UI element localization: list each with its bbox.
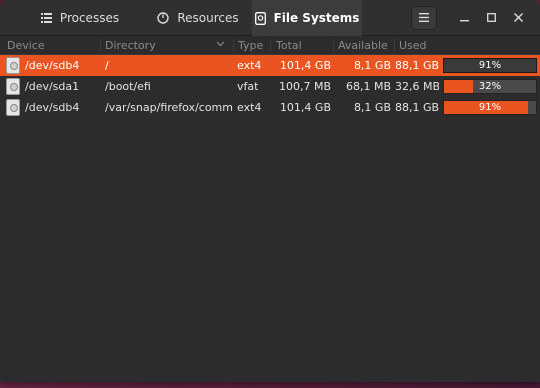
table-row[interactable]: /dev/sda1 /boot/efi vfat 100,7 MB 68,1 M… (0, 76, 540, 97)
available-cell: 8,1 GB (353, 101, 391, 114)
close-button[interactable] (505, 6, 531, 30)
total-cell: 101,4 GB (279, 59, 331, 72)
available-cell: 68,1 MB (345, 80, 391, 93)
sort-chevron-down-icon (216, 38, 225, 51)
directory-cell: /boot/efi (105, 80, 151, 93)
column-header-row: Device Directory Type Total Available Us… (0, 36, 540, 55)
usage-bar: 32% (443, 79, 537, 94)
used-cell: 88,1 GB (395, 59, 439, 72)
drive-icon (6, 57, 20, 74)
tab-file-systems-label: File Systems (273, 11, 360, 25)
header-bar: Processes Resources File Systems (0, 0, 540, 36)
column-separator (233, 39, 234, 52)
type-cell: ext4 (237, 101, 262, 114)
type-cell: vfat (237, 80, 259, 93)
table-row[interactable]: /dev/sdb4 / ext4 101,4 GB 8,1 GB 88,1 GB… (0, 55, 540, 76)
directory-cell: /var/snap/firefox/commc (105, 101, 233, 114)
column-separator (394, 39, 395, 52)
drive-icon (6, 99, 20, 116)
column-separator (270, 39, 271, 52)
column-device[interactable]: Device (7, 39, 45, 52)
device-cell: /dev/sda1 (25, 80, 80, 93)
maximize-button[interactable] (478, 6, 504, 30)
device-cell: /dev/sdb4 (25, 101, 80, 114)
drive-icon (6, 78, 20, 95)
close-icon (513, 12, 523, 25)
column-used[interactable]: Used (399, 39, 427, 52)
total-cell: 100,7 MB (278, 80, 331, 93)
tab-processes-label: Processes (59, 11, 120, 25)
minimize-icon (459, 12, 469, 25)
column-directory[interactable]: Directory (105, 39, 156, 52)
tab-file-systems[interactable]: File Systems (252, 0, 362, 36)
disk-icon (254, 11, 266, 25)
device-cell: /dev/sdb4 (25, 59, 80, 72)
tab-processes[interactable]: Processes (24, 0, 136, 36)
gauge-icon (157, 12, 170, 24)
tab-resources-label: Resources (177, 11, 239, 25)
hamburger-icon (419, 12, 429, 25)
usage-percent: 91% (478, 102, 502, 113)
menu-button[interactable] (411, 6, 437, 30)
usage-bar: 91% (443, 100, 537, 115)
maximize-icon (486, 12, 496, 25)
total-cell: 101,4 GB (279, 101, 331, 114)
column-separator (333, 39, 334, 52)
system-monitor-window: Processes Resources File Systems Device … (0, 0, 540, 382)
type-cell: ext4 (237, 59, 262, 72)
list-icon (40, 13, 52, 23)
column-separator (100, 39, 101, 52)
column-available[interactable]: Available (338, 39, 388, 52)
available-cell: 8,1 GB (353, 59, 391, 72)
table-row[interactable]: /dev/sdb4 /var/snap/firefox/commc ext4 1… (0, 97, 540, 118)
used-cell: 32,6 MB (395, 80, 439, 93)
usage-percent: 91% (478, 60, 502, 71)
used-cell: 88,1 GB (395, 101, 439, 114)
usage-bar: 91% (443, 58, 537, 73)
column-total[interactable]: Total (276, 39, 302, 52)
minimize-button[interactable] (451, 6, 477, 30)
tab-resources[interactable]: Resources (142, 0, 254, 36)
directory-cell: / (105, 59, 109, 72)
usage-percent: 32% (478, 81, 502, 92)
column-type[interactable]: Type (238, 39, 263, 52)
file-system-list: /dev/sdb4 / ext4 101,4 GB 8,1 GB 88,1 GB… (0, 55, 540, 118)
